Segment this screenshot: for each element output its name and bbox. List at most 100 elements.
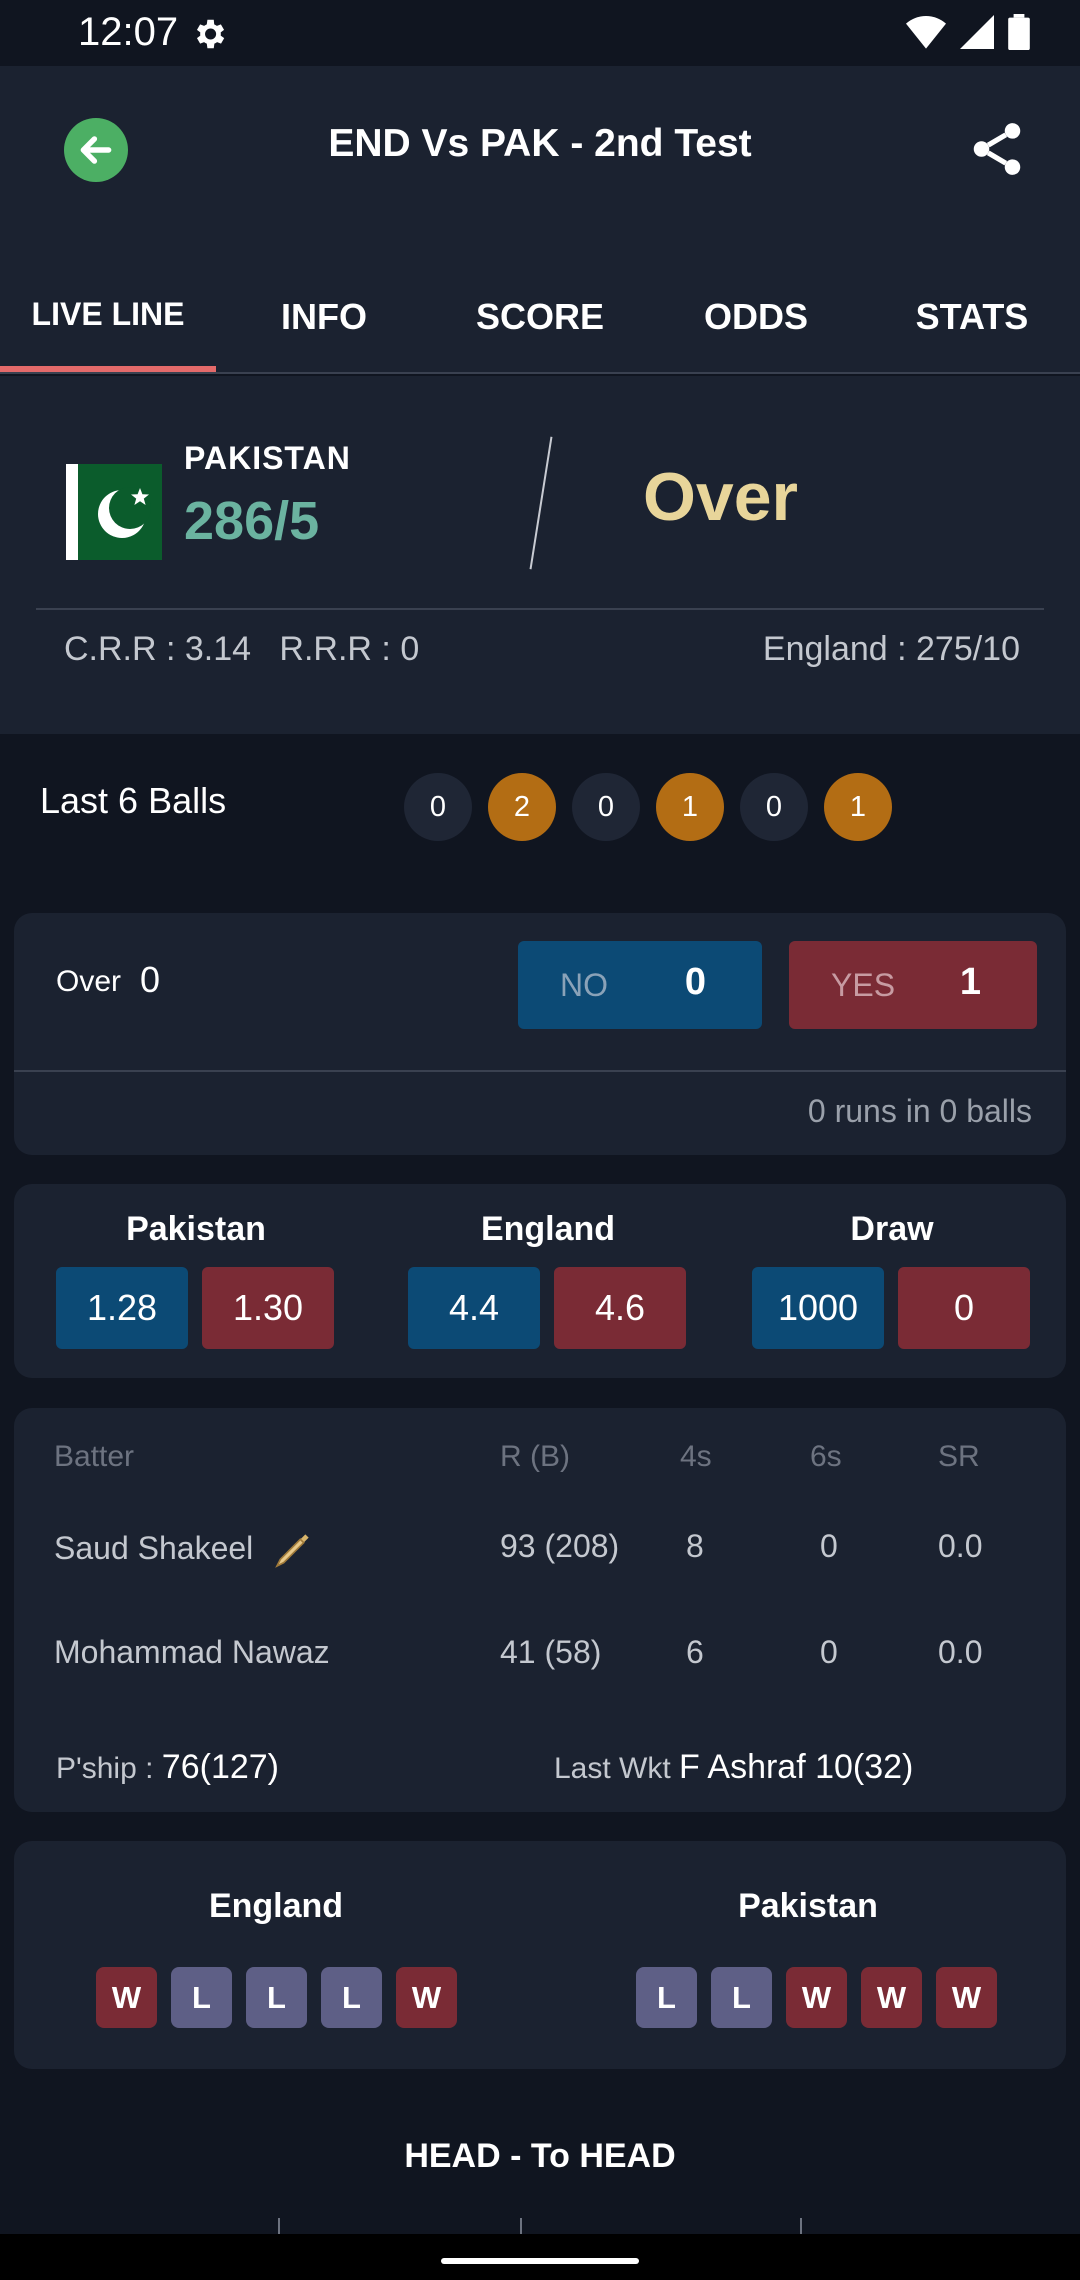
tab-stats[interactable]: STATS [864,296,1080,338]
last-wicket: Last Wkt F Ashraf 10(32) [554,1748,913,1787]
batter-name: Mohammad Nawaz [54,1634,330,1670]
divider [14,1070,1066,1072]
odds-group-england: England 4.4 4.6 [408,1210,688,1349]
divider [529,436,553,570]
partnership-value: 76(127) [161,1748,279,1786]
form-team-name: Pakistan [738,1887,878,1925]
last-wicket-value: F Ashraf 10(32) [679,1748,914,1786]
form-chip: L [171,1967,232,2028]
match-status: Over [643,459,798,535]
ball-result: 1 [824,773,892,841]
form-chip: L [321,1967,382,2028]
home-gesture-handle[interactable] [441,2258,639,2264]
tab-bar: LIVE LINE INFO SCORE ODDS STATS [0,266,1080,374]
over-label: Over [56,965,122,998]
tab-odds[interactable]: ODDS [648,296,864,338]
head-to-head-title: HEAD - To HEAD [404,2137,676,2175]
lay-odds-button[interactable]: 0 [898,1267,1030,1349]
batter-sixes: 0 [820,1634,838,1670]
partnership-label: P'ship : [56,1752,154,1785]
score-card: PAKISTAN 286/5 Over C.R.R : 3.14 R.R.R :… [0,376,1080,734]
system-nav-bar [0,2234,1080,2280]
on-strike-bat-icon [275,1533,309,1568]
match-odds-card: Pakistan 1.28 1.30 England 4.4 4.6 Draw … [14,1184,1066,1378]
status-bar: 12:07 [0,0,1080,66]
batter-fours: 8 [686,1528,704,1564]
column-header-batter: Batter [54,1440,135,1473]
column-header-sixes: 6s [810,1440,842,1473]
batters-card: Batter R (B) 4s 6s SR Saud Shakeel 93 (2… [14,1408,1066,1812]
ball-result: 0 [572,773,640,841]
back-odds-button[interactable]: 1000 [752,1267,884,1349]
column-header-strike-rate: SR [938,1440,980,1473]
form-chip: L [711,1967,772,2028]
ball-result: 0 [404,773,472,841]
batter-strike-rate: 0.0 [938,1528,983,1564]
form-chip: L [636,1967,697,2028]
tab-score[interactable]: SCORE [432,296,648,338]
yes-label: YES [831,967,896,1003]
lay-odds-button[interactable]: 1.30 [202,1267,334,1349]
over-value: 0 [140,959,161,1000]
page-title: END Vs PAK - 2nd Test [328,122,752,165]
last-wicket-label: Last Wkt [554,1752,671,1785]
tab-live-line[interactable]: LIVE LINE [0,296,216,333]
status-icons [906,14,1030,50]
settings-gear-icon [196,19,225,49]
form-results-england: W L L L W [96,1967,457,2028]
opponent-score: England : 275/10 [762,630,1020,668]
odds-group-pakistan: Pakistan 1.28 1.30 [56,1210,336,1349]
current-run-rate: C.R.R : 3.14 [64,630,252,668]
form-chip: L [246,1967,307,2028]
active-tab-indicator [0,366,216,372]
lay-odds-button[interactable]: 4.6 [554,1267,686,1349]
session-card: Over 0 NO 0 YES 1 0 runs in 0 balls [14,913,1066,1155]
run-rates: C.R.R : 3.14 R.R.R : 0 [64,630,419,669]
partnership: P'ship : 76(127) [56,1748,279,1787]
recent-form-card: England W L L L W Pakistan L L W W W [14,1841,1066,2069]
batter-strike-rate: 0.0 [938,1634,983,1670]
odds-team-name: Pakistan [126,1210,266,1248]
no-odds-button[interactable]: NO 0 [518,941,762,1029]
battery-icon [1008,14,1030,50]
form-chip: W [936,1967,997,2028]
odds-team-name: Draw [850,1210,934,1248]
column-header-runs-balls: R (B) [500,1440,570,1473]
share-icon[interactable] [966,118,1028,180]
header: END Vs PAK - 2nd Test [0,66,1080,266]
runs-info: 0 runs in 0 balls [807,1093,1032,1129]
last-balls-list: 0 2 0 1 0 1 [404,773,892,841]
status-time: 12:07 [78,10,179,54]
batter-fours: 6 [686,1634,704,1670]
back-odds-button[interactable]: 1.28 [56,1267,188,1349]
back-odds-button[interactable]: 4.4 [408,1267,540,1349]
last-balls-label: Last 6 Balls [40,780,227,821]
required-run-rate: R.R.R : 0 [279,630,420,668]
form-chip: W [786,1967,847,2028]
form-chip: W [396,1967,457,2028]
divider [36,608,1044,610]
batter-runs-balls: 41 (58) [500,1634,602,1670]
odds-team-name: England [480,1210,616,1248]
column-header-fours: 4s [680,1440,712,1473]
form-chip: W [861,1967,922,2028]
signal-icon [960,15,994,49]
tab-info[interactable]: INFO [216,296,432,338]
yes-odds-button[interactable]: YES 1 [789,941,1037,1029]
yes-value: 1 [959,961,981,1003]
form-chip: W [96,1967,157,2028]
pakistan-flag-icon [66,464,162,560]
form-results-pakistan: L L W W W [636,1967,997,2028]
batter-name: Saud Shakeel [54,1530,254,1566]
batting-team-score: 286/5 [184,491,320,551]
batting-team-name: PAKISTAN [184,440,351,476]
no-label: NO [560,967,608,1003]
ball-result: 0 [740,773,808,841]
wifi-icon [906,16,946,49]
batter-sixes: 0 [820,1528,838,1564]
batter-runs-balls: 93 (208) [500,1528,620,1564]
ball-result: 2 [488,773,556,841]
form-team-name: England [208,1887,344,1925]
ball-result: 1 [656,773,724,841]
odds-group-draw: Draw 1000 0 [752,1210,1032,1349]
